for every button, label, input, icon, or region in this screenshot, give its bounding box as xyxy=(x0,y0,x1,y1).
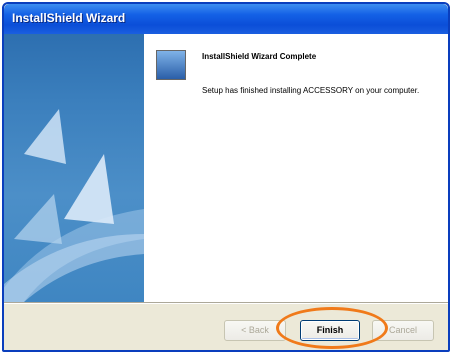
window-title: InstallShield Wizard xyxy=(12,11,126,25)
completion-message: Setup has finished installing ACCESSORY … xyxy=(202,86,420,95)
wizard-content: InstallShield Wizard Complete Setup has … xyxy=(144,34,448,302)
installer-window: InstallShield Wizard InstallShield Wizar… xyxy=(2,2,450,352)
installer-icon xyxy=(156,50,186,80)
wizard-side-banner xyxy=(4,34,144,302)
completion-heading: InstallShield Wizard Complete xyxy=(202,52,317,61)
title-bar[interactable]: InstallShield Wizard xyxy=(4,4,448,34)
finish-highlight-circle xyxy=(276,307,388,349)
banner-graphic xyxy=(4,109,144,302)
